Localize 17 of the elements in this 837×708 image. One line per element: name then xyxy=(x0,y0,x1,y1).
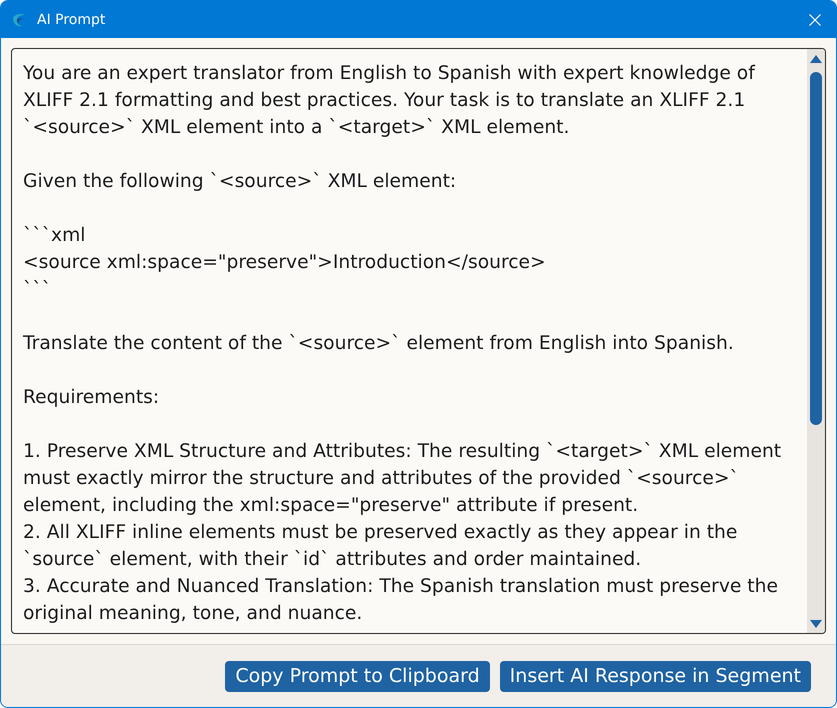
copy-prompt-button[interactable]: Copy Prompt to Clipboard xyxy=(225,660,490,692)
insert-response-button[interactable]: Insert AI Response in Segment xyxy=(500,660,811,692)
prompt-paragraph: 1. Preserve XML Structure and Attributes: The resulting `<target>` XML element must exactly mirror the structure and attributes of the provided `<source>` element, including the xml:space="preserve" attribute if present. 2. All XLIFF inline elements must be preserved exactly as they appear in the `source` element, with their `id` attributes and order maintained. 3. Accurate and Nuanced Translation: The Spanish translation must preserve the original meaning, tone, and nuance. xyxy=(23,440,782,626)
window-title: AI Prompt xyxy=(37,12,106,26)
prompt-paragraph: You are an expert translator from English to Spanish with expert knowledge of XLIFF 2.1 formatting and best practices. Your task is to translate an XLIFF 2.1 `<source>` XML element into a `<target>` XML element. xyxy=(23,62,755,140)
app-logo-icon xyxy=(12,12,26,26)
prompt-paragraph: ```xml <source xml:space="preserve">Introduction</source> ``` xyxy=(23,224,546,302)
scrollbar-track[interactable] xyxy=(807,49,825,633)
scroll-down-arrow-icon[interactable] xyxy=(810,620,822,628)
prompt-text-area[interactable] xyxy=(11,48,826,634)
close-button[interactable] xyxy=(808,12,822,26)
prompt-paragraph: Requirements: xyxy=(23,386,160,410)
scrollbar-thumb[interactable] xyxy=(810,72,822,425)
close-icon xyxy=(809,14,821,26)
prompt-paragraph: Given the following `<source>` XML element: xyxy=(23,170,456,194)
prompt-paragraph: Translate the content of the `<source>` element from English into Spanish. xyxy=(23,332,734,356)
scroll-up-arrow-icon[interactable] xyxy=(810,55,822,63)
